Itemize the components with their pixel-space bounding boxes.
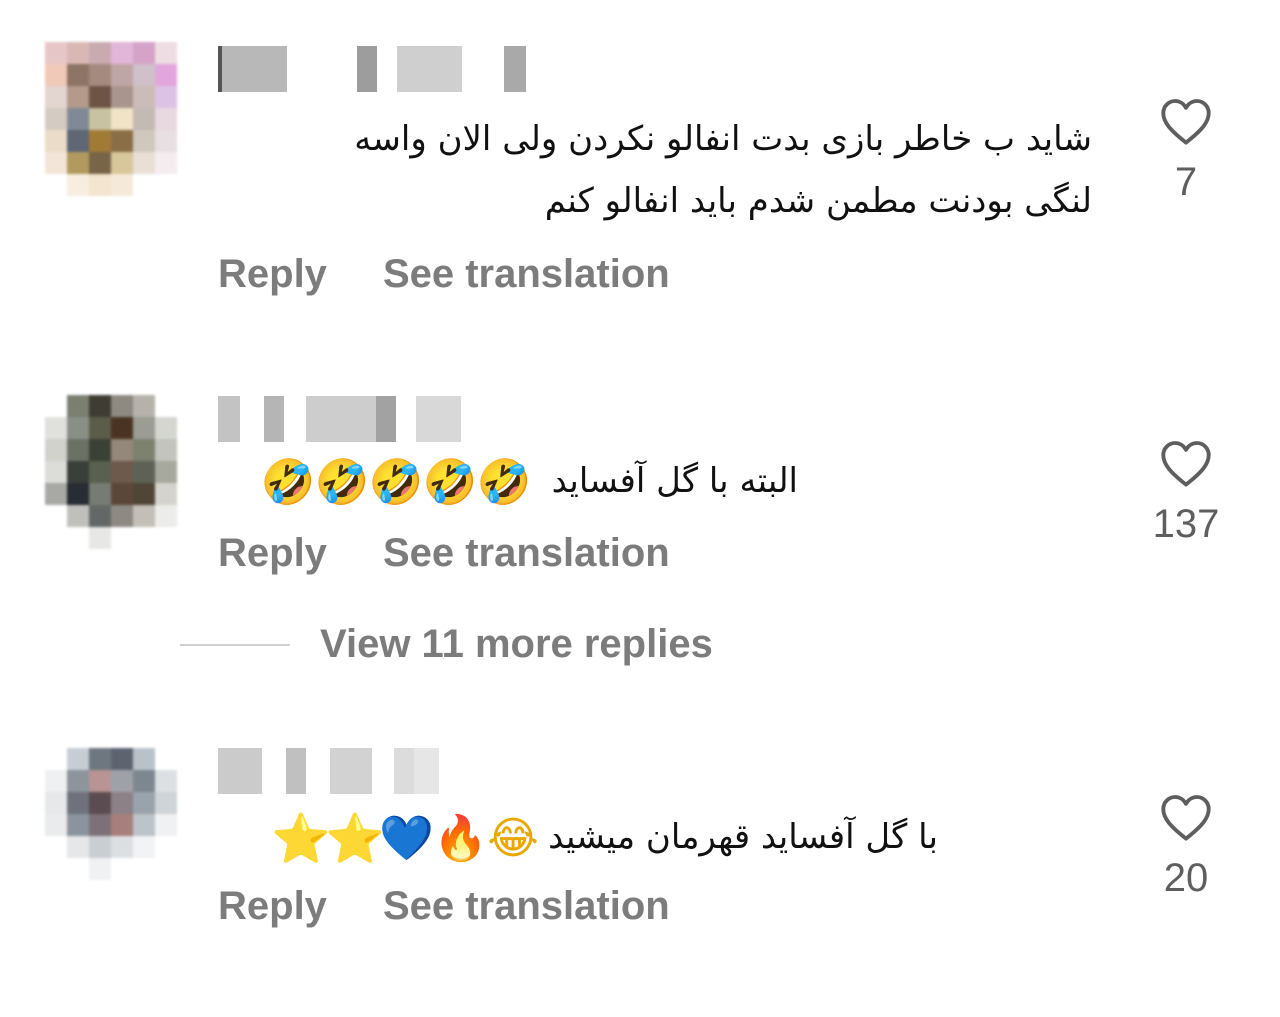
like-button[interactable]: 20 (1150, 792, 1222, 901)
see-translation-button[interactable]: See translation (383, 531, 670, 576)
heart-outline-icon[interactable] (1158, 792, 1214, 842)
heart-outline-icon[interactable] (1158, 438, 1214, 488)
emoji-row: ⭐ ⭐ 💙 🔥 😂 (271, 810, 539, 867)
divider-line (180, 643, 290, 646)
comment-actions: Reply See translation (218, 531, 670, 576)
rofl-emoji: 🤣 (476, 456, 532, 508)
comment-actions: Reply See translation (218, 884, 670, 929)
star-emoji: ⭐ (325, 810, 386, 867)
username-blurred[interactable] (218, 748, 439, 794)
reply-button[interactable]: Reply (218, 252, 327, 297)
see-translation-button[interactable]: See translation (383, 252, 670, 297)
joy-emoji: 😂 (487, 812, 539, 864)
rofl-emoji: 🤣 (260, 456, 316, 508)
comment-text: البته با گل آفساید 🤣 🤣 🤣 🤣 🤣 (260, 456, 798, 508)
avatar[interactable] (45, 748, 199, 902)
blue-heart-emoji: 💙 (379, 812, 435, 864)
comment-text: شاید ب خاطر بازی بدت انفالو نکردن ولی ال… (354, 119, 1092, 221)
avatar[interactable] (45, 42, 199, 196)
rofl-emoji: 🤣 (368, 456, 424, 508)
rofl-emoji: 🤣 (422, 456, 478, 508)
star-emoji: ⭐ (271, 810, 332, 867)
like-button[interactable]: 7 (1150, 96, 1222, 205)
rofl-emoji: 🤣 (314, 456, 370, 508)
like-button[interactable]: 137 (1150, 438, 1222, 547)
like-count: 20 (1163, 856, 1209, 900)
username-blurred[interactable] (218, 396, 461, 442)
like-count: 137 (1152, 502, 1220, 546)
view-more-replies-label[interactable]: View 11 more replies (320, 622, 713, 667)
see-translation-button[interactable]: See translation (383, 884, 670, 929)
like-count: 7 (1174, 160, 1198, 204)
username-blurred[interactable] (218, 46, 526, 92)
comment-actions: Reply See translation (218, 252, 670, 297)
fire-emoji: 🔥 (433, 812, 489, 864)
reply-button[interactable]: Reply (218, 531, 327, 576)
comment-text: با گل آفساید قهرمان میشید ⭐ ⭐ 💙 🔥 😂 (271, 810, 938, 867)
avatar[interactable] (45, 395, 199, 549)
emoji-row: 🤣 🤣 🤣 🤣 🤣 (260, 456, 532, 508)
view-more-replies[interactable]: View 11 more replies (180, 622, 713, 667)
heart-outline-icon[interactable] (1158, 96, 1214, 146)
reply-button[interactable]: Reply (218, 884, 327, 929)
